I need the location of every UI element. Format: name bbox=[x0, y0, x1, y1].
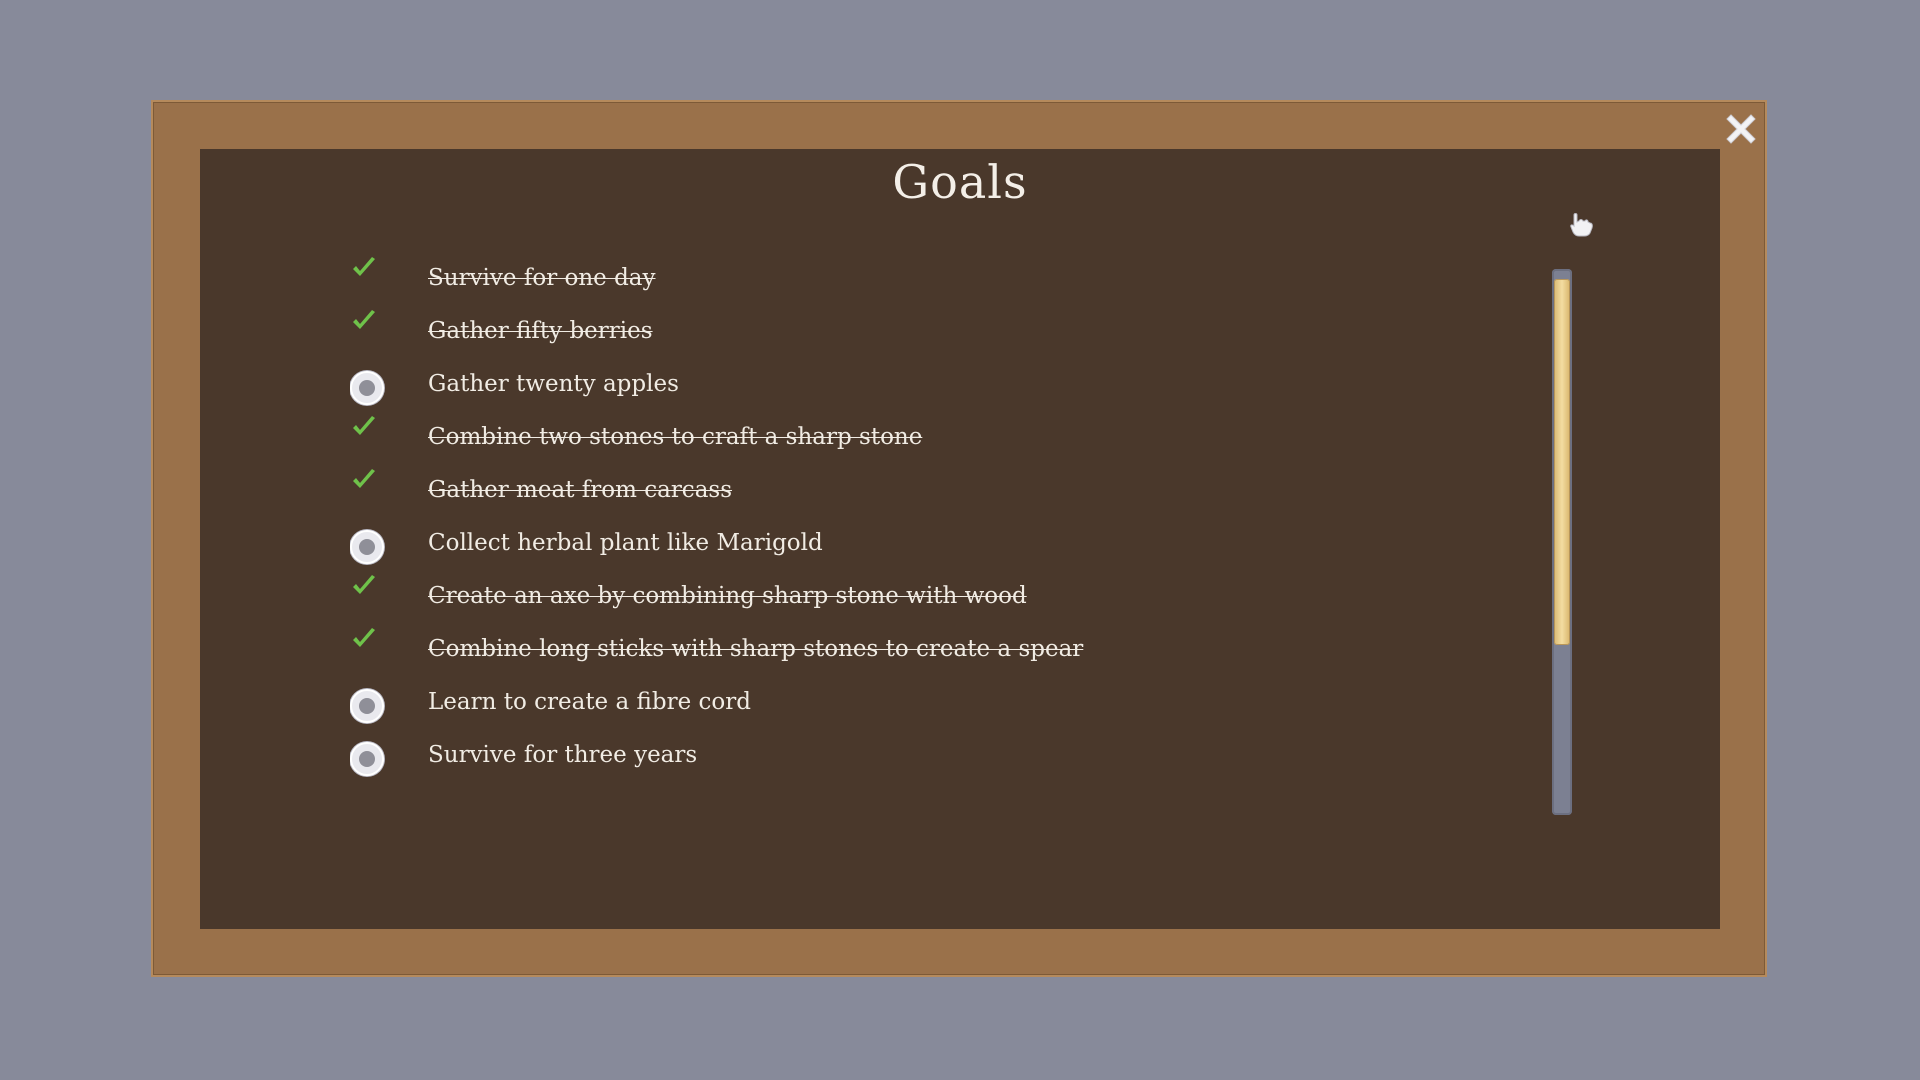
goal-label: Gather twenty apples bbox=[428, 371, 679, 397]
goal-item[interactable]: Survive for one day bbox=[350, 257, 1400, 310]
goal-item[interactable]: Create an axe by combining sharp stone w… bbox=[350, 575, 1400, 628]
goal-item[interactable]: Gather meat from carcass bbox=[350, 469, 1400, 522]
goal-label: Collect herbal plant like Marigold bbox=[428, 530, 823, 556]
goal-label: Gather fifty berries bbox=[428, 318, 653, 344]
checkmark-icon bbox=[350, 626, 390, 666]
goals-board: Goals Survive for one day Gather fifty be… bbox=[200, 149, 1720, 929]
goals-list[interactable]: Survive for one day Gather fifty berries G… bbox=[350, 257, 1400, 777]
goal-label: Combine long sticks with sharp stones to… bbox=[428, 636, 1084, 662]
checkmark-icon bbox=[350, 257, 390, 295]
goal-item[interactable]: Gather fifty berries bbox=[350, 310, 1400, 363]
checkmark-icon bbox=[350, 467, 390, 507]
goal-label: Survive for one day bbox=[428, 265, 656, 291]
goal-item[interactable]: Gather twenty apples bbox=[350, 363, 1400, 416]
goal-item[interactable]: Learn to create a fibre cord bbox=[350, 681, 1400, 734]
goal-label: Learn to create a fibre cord bbox=[428, 689, 751, 715]
radio-incomplete-icon bbox=[350, 740, 390, 777]
scrollbar-track[interactable] bbox=[1552, 269, 1572, 815]
goal-item[interactable]: Survive for three years bbox=[350, 734, 1400, 777]
radio-incomplete-icon bbox=[350, 687, 390, 727]
goal-label: Combine two stones to craft a sharp ston… bbox=[428, 424, 923, 450]
game-screen: Goals Survive for one day Gather fifty be… bbox=[0, 0, 1920, 1080]
checkmark-icon bbox=[350, 414, 390, 454]
panel-title: Goals bbox=[892, 155, 1028, 209]
goals-panel-frame: Goals Survive for one day Gather fifty be… bbox=[151, 100, 1767, 977]
goal-item[interactable]: Combine two stones to craft a sharp ston… bbox=[350, 416, 1400, 469]
scrollbar-thumb[interactable] bbox=[1554, 279, 1570, 645]
goal-label: Gather meat from carcass bbox=[428, 477, 733, 503]
goal-item[interactable]: Collect herbal plant like Marigold bbox=[350, 522, 1400, 575]
goal-label: Survive for three years bbox=[428, 742, 698, 768]
goal-label: Create an axe by combining sharp stone w… bbox=[428, 583, 1027, 609]
checkmark-icon bbox=[350, 308, 390, 348]
checkmark-icon bbox=[350, 573, 390, 613]
close-button[interactable] bbox=[1719, 107, 1763, 151]
goal-item[interactable]: Combine long sticks with sharp stones to… bbox=[350, 628, 1400, 681]
radio-incomplete-icon bbox=[350, 528, 390, 568]
hand-cursor-icon bbox=[1570, 213, 1593, 237]
radio-incomplete-icon bbox=[350, 369, 390, 409]
close-x-icon bbox=[1726, 114, 1756, 144]
